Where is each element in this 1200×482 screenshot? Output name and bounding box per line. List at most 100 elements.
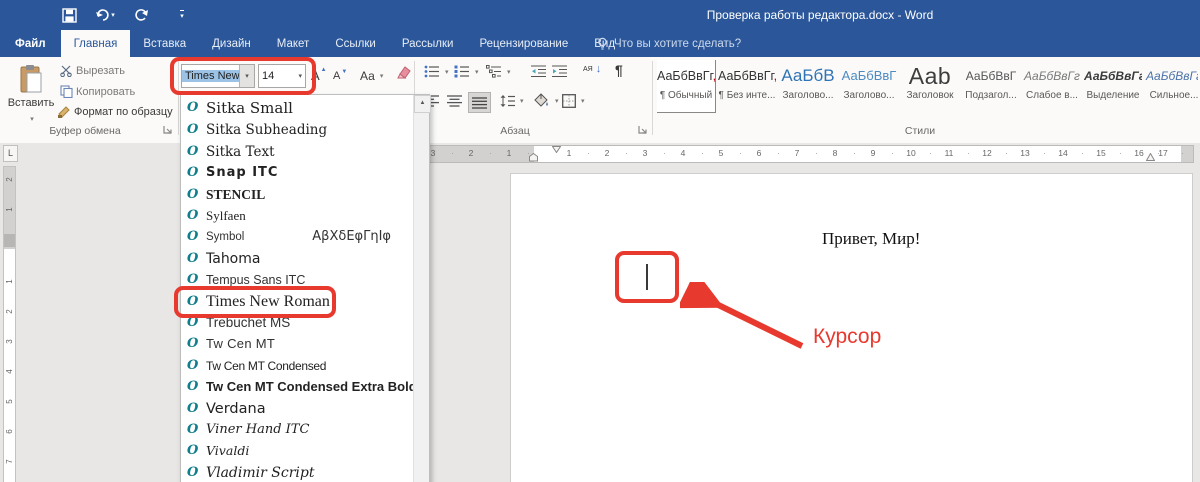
font-list-item[interactable]: O STENCIL xyxy=(181,184,413,205)
vertical-ruler[interactable]: 2 1 1 2 3 4 5 6 7 xyxy=(3,166,16,482)
font-list-item[interactable]: O Sylfaen xyxy=(181,205,413,226)
tab-home[interactable]: Главная xyxy=(60,30,131,57)
tab-insert[interactable]: Вставка xyxy=(130,30,199,57)
font-name-combobox[interactable]: Times New R ▾ xyxy=(181,64,255,88)
font-list-item[interactable]: O Viner Hand ITC xyxy=(181,419,413,440)
bullets-button[interactable] xyxy=(424,65,449,78)
tab-references[interactable]: Ссылки xyxy=(322,30,389,57)
copy-label: Копировать xyxy=(76,85,136,98)
format-painter-button[interactable]: Формат по образцу xyxy=(57,105,173,118)
tab-design[interactable]: Дизайн xyxy=(199,30,264,57)
opentype-icon: O xyxy=(187,422,199,437)
font-list-item[interactable]: O Snap ITC xyxy=(181,162,413,183)
font-list-item[interactable]: O Vivaldi xyxy=(181,440,413,461)
style-card-heading2[interactable]: АаБбВвГ Заголово... xyxy=(840,60,898,112)
style-label: Заголово... xyxy=(843,90,895,101)
clipboard-dialog-launcher[interactable] xyxy=(163,125,175,137)
sort-arrow-icon: ↓ xyxy=(595,63,602,75)
left-indent-marker[interactable] xyxy=(529,153,538,162)
increase-indent-button[interactable] xyxy=(552,65,567,78)
opentype-icon: O xyxy=(187,315,199,330)
font-list-item[interactable]: O Symbol ΑβΧδΕφΓηΙφ xyxy=(181,226,413,247)
show-marks-button[interactable]: ¶ xyxy=(615,62,623,78)
opentype-icon: O xyxy=(187,294,199,309)
customize-qat-icon: ▾ xyxy=(180,10,184,20)
tab-selector[interactable]: L xyxy=(3,145,18,162)
right-indent-marker[interactable] xyxy=(1146,153,1155,161)
eraser-icon xyxy=(397,66,411,79)
style-preview: Аab xyxy=(908,63,952,89)
style-card-subtitle[interactable]: АаБбВвГ Подзагол... xyxy=(962,60,1020,112)
dropdown-scrollbar[interactable]: ▲ xyxy=(413,95,431,482)
style-card-title[interactable]: Аab Заголовок xyxy=(901,60,959,112)
customize-qat-button[interactable]: ▾ xyxy=(170,3,194,27)
font-size-dropdown-icon[interactable]: ▾ xyxy=(298,72,302,80)
pilcrow-icon: ¶ xyxy=(615,62,623,78)
font-list-item[interactable]: O Tw Cen MT Condensed Extra Bold xyxy=(181,376,417,397)
tab-file[interactable]: Файл xyxy=(0,30,61,57)
font-name: Snap ITC xyxy=(206,165,279,180)
font-list-item[interactable]: O Tw Cen MT xyxy=(181,333,413,354)
tab-layout[interactable]: Макет xyxy=(264,30,323,57)
opentype-icon: O xyxy=(187,100,199,115)
opentype-icon: O xyxy=(187,165,199,180)
font-list-item[interactable]: O Sitka Text xyxy=(181,141,413,162)
tab-mailings[interactable]: Рассылки xyxy=(389,30,467,57)
style-card-normal[interactable]: АаБбВвГг, ¶ Обычный xyxy=(657,60,716,113)
ruler-number: 13 xyxy=(1015,148,1046,158)
style-card-emphasis[interactable]: АаБбВвГг Выделение xyxy=(1084,60,1142,112)
line-spacing-button[interactable] xyxy=(500,95,524,107)
paint-bucket-icon xyxy=(534,93,548,107)
cut-button[interactable]: Вырезать xyxy=(60,65,125,77)
font-list-item[interactable]: O Sitka Small xyxy=(181,97,413,118)
save-button[interactable] xyxy=(56,3,82,27)
paste-dropdown-icon xyxy=(28,112,34,124)
font-list-item[interactable]: O Vladimir Script xyxy=(181,462,413,482)
shrink-font-button[interactable]: А ▼ xyxy=(333,66,349,86)
font-list-item[interactable]: O Trebuchet MS xyxy=(181,312,413,333)
first-line-indent-marker[interactable] xyxy=(552,146,561,153)
paste-button[interactable]: Вставить xyxy=(8,62,54,132)
style-preview-mark: , xyxy=(774,69,776,83)
paragraph-dialog-launcher[interactable] xyxy=(638,125,650,137)
style-card-intense-emphasis[interactable]: АаБбВвГг Сильное... xyxy=(1145,60,1198,112)
scissors-icon xyxy=(60,65,72,77)
font-list-item[interactable]: O Tw Cen MT Condensed xyxy=(181,355,413,376)
redo-icon xyxy=(134,9,148,21)
opentype-icon: O xyxy=(187,336,199,351)
font-list-item-times-new-roman[interactable]: O Times New Roman xyxy=(181,291,413,312)
font-list-item[interactable]: O Tahoma xyxy=(181,248,413,269)
font-name: Tw Cen MT xyxy=(206,336,276,351)
decrease-indent-button[interactable] xyxy=(531,65,546,78)
opentype-icon: O xyxy=(187,272,199,287)
font-name-dropdown-icon[interactable]: ▾ xyxy=(239,65,254,87)
opentype-icon: O xyxy=(187,229,199,244)
sort-button[interactable]: АЯ ↓ xyxy=(583,63,601,75)
copy-button[interactable]: Копировать xyxy=(60,85,135,98)
style-card-no-spacing[interactable]: АаБбВвГг, ¶ Без инте... xyxy=(718,60,776,112)
horizontal-ruler[interactable]: 3 2 1 1 2 3 4 5 6 7 8 9 10 11 12 13 14 1… xyxy=(420,145,1194,163)
font-size-combobox[interactable]: 14 ▾ xyxy=(258,64,306,88)
undo-button[interactable]: ▾ xyxy=(90,3,120,27)
font-list-item[interactable]: O Tempus Sans ITC xyxy=(181,269,413,290)
scroll-up-icon[interactable]: ▲ xyxy=(414,95,431,113)
clear-formatting-button[interactable] xyxy=(395,65,412,80)
redo-button[interactable] xyxy=(128,3,154,27)
shading-button[interactable] xyxy=(534,93,559,108)
style-card-subtle-emphasis[interactable]: АаБбВвГг Слабое в... xyxy=(1023,60,1081,112)
tell-me-box[interactable]: Что вы хотите сделать? xyxy=(597,30,741,57)
font-list-item[interactable]: O Sitka Subheading xyxy=(181,119,413,140)
align-center-button[interactable] xyxy=(447,95,462,107)
multilevel-list-button[interactable] xyxy=(486,65,511,78)
grow-font-button[interactable]: А ▲ xyxy=(311,64,329,86)
style-card-heading1[interactable]: АаБбВ Заголово... xyxy=(779,60,837,112)
paste-label: Вставить xyxy=(7,97,55,109)
justify-button[interactable] xyxy=(468,92,491,113)
tab-review[interactable]: Рецензирование xyxy=(466,30,581,57)
change-case-button[interactable]: Аа xyxy=(360,66,383,86)
font-list-item[interactable]: O Verdana xyxy=(181,398,413,419)
ruler-number: 4 xyxy=(673,148,704,158)
numbering-button[interactable] xyxy=(454,65,479,78)
style-label: Сильное... xyxy=(1149,90,1198,101)
borders-button[interactable] xyxy=(562,94,585,108)
